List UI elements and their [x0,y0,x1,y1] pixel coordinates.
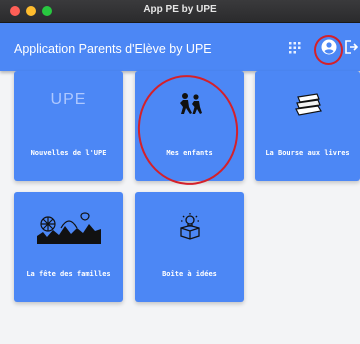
tile-bourse-aux-livres[interactable]: La Bourse aux livres [255,71,360,181]
account-circle-icon[interactable] [319,37,339,57]
tile-mes-enfants[interactable]: Mes enfants [135,71,244,181]
idea-box-icon [177,212,203,245]
upe-logo: UPE [50,91,87,108]
app-bar-title: Application Parents d'Elève by UPE [14,42,212,56]
tile-fete-des-familles[interactable]: La fête des familles [14,192,123,302]
apps-grid-icon[interactable] [285,37,305,57]
tile-boite-a-idees[interactable]: Boîte à idées [135,192,244,302]
tile-label: Nouvelles de l'UPE [30,149,107,157]
fairground-icon [36,210,101,249]
window-title: App PE by UPE [143,4,217,15]
books-icon [291,89,325,124]
tile-label: Mes enfants [166,149,213,157]
app-bar: Application Parents d'Elève by UPE [0,23,360,71]
children-icon [175,91,205,126]
tile-nouvelles-upe[interactable]: UPE Nouvelles de l'UPE [14,71,123,181]
logout-icon[interactable] [342,37,360,57]
tile-label: Boîte à idées [162,270,217,278]
window-titlebar: App PE by UPE [0,0,360,23]
tile-label: La Bourse aux livres [265,149,350,157]
tile-label: La fête des familles [26,270,111,278]
